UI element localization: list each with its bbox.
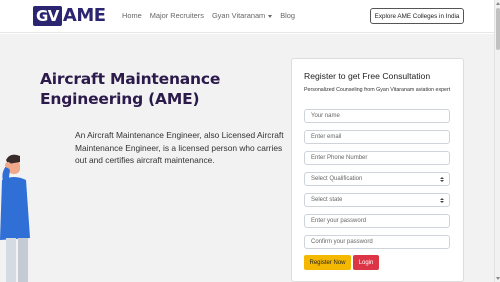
name-placeholder: Your name: [311, 113, 340, 119]
nav-link-home[interactable]: Home: [122, 11, 142, 20]
page-scrollbar[interactable]: [494, 0, 500, 282]
nav-link-major-recruiters[interactable]: Major Recruiters: [150, 11, 204, 20]
nav-link-blog[interactable]: Blog: [280, 11, 295, 20]
logo-ame-text: AME: [62, 5, 106, 26]
scroll-down-icon[interactable]: [496, 277, 500, 280]
phone-placeholder: Enter Phone Number: [311, 155, 368, 161]
email-placeholder: Enter email: [311, 134, 342, 140]
nav-links: Home Major Recruiters Gyan Vitaranam Blo…: [122, 11, 303, 20]
state-select[interactable]: Select state: [304, 193, 450, 207]
qualification-selected-value: Select Qualification: [311, 176, 363, 182]
hero-title: Aircraft Maintenance Engineering (AME): [40, 70, 221, 108]
qualification-select[interactable]: Select Qualification: [304, 172, 450, 186]
caret-down-icon: [268, 14, 273, 18]
person-illustration: [0, 154, 30, 282]
confirm-password-placeholder: Confirm your password: [311, 239, 373, 245]
password-input[interactable]: Enter your password: [304, 214, 450, 228]
hero-description: An Aircraft Maintenance Engineer, also L…: [75, 130, 284, 166]
nav-dropdown-label: Gyan Vitaranam: [211, 11, 266, 20]
gvame-logo[interactable]: GV AME: [33, 6, 106, 26]
navbar: GV AME Home Major Recruiters Gyan Vitara…: [0, 0, 494, 33]
scroll-thumb[interactable]: [496, 8, 500, 50]
nav-dropdown-gyan-vitaranam[interactable]: Gyan Vitaranam: [211, 11, 273, 20]
email-input[interactable]: Enter email: [304, 130, 450, 144]
phone-input[interactable]: Enter Phone Number: [304, 151, 450, 165]
select-arrows-icon: [440, 197, 444, 203]
login-button[interactable]: Login: [353, 255, 379, 270]
select-arrows-icon: [440, 176, 444, 182]
registration-form: Register to get Free Consultation Person…: [291, 58, 464, 282]
form-subtitle: Personalized Counseling from Gyan Vitara…: [304, 87, 451, 93]
logo-gv-mark: GV: [33, 6, 62, 26]
register-now-button[interactable]: Register Now: [304, 255, 351, 270]
form-title: Register to get Free Consultation: [304, 71, 431, 81]
confirm-password-input[interactable]: Confirm your password: [304, 235, 450, 249]
explore-colleges-button[interactable]: Explore AME Colleges in India: [370, 8, 464, 24]
password-placeholder: Enter your password: [311, 218, 367, 224]
name-input[interactable]: Your name: [304, 109, 450, 123]
scroll-up-icon[interactable]: [496, 2, 500, 5]
state-selected-value: Select state: [311, 197, 343, 203]
